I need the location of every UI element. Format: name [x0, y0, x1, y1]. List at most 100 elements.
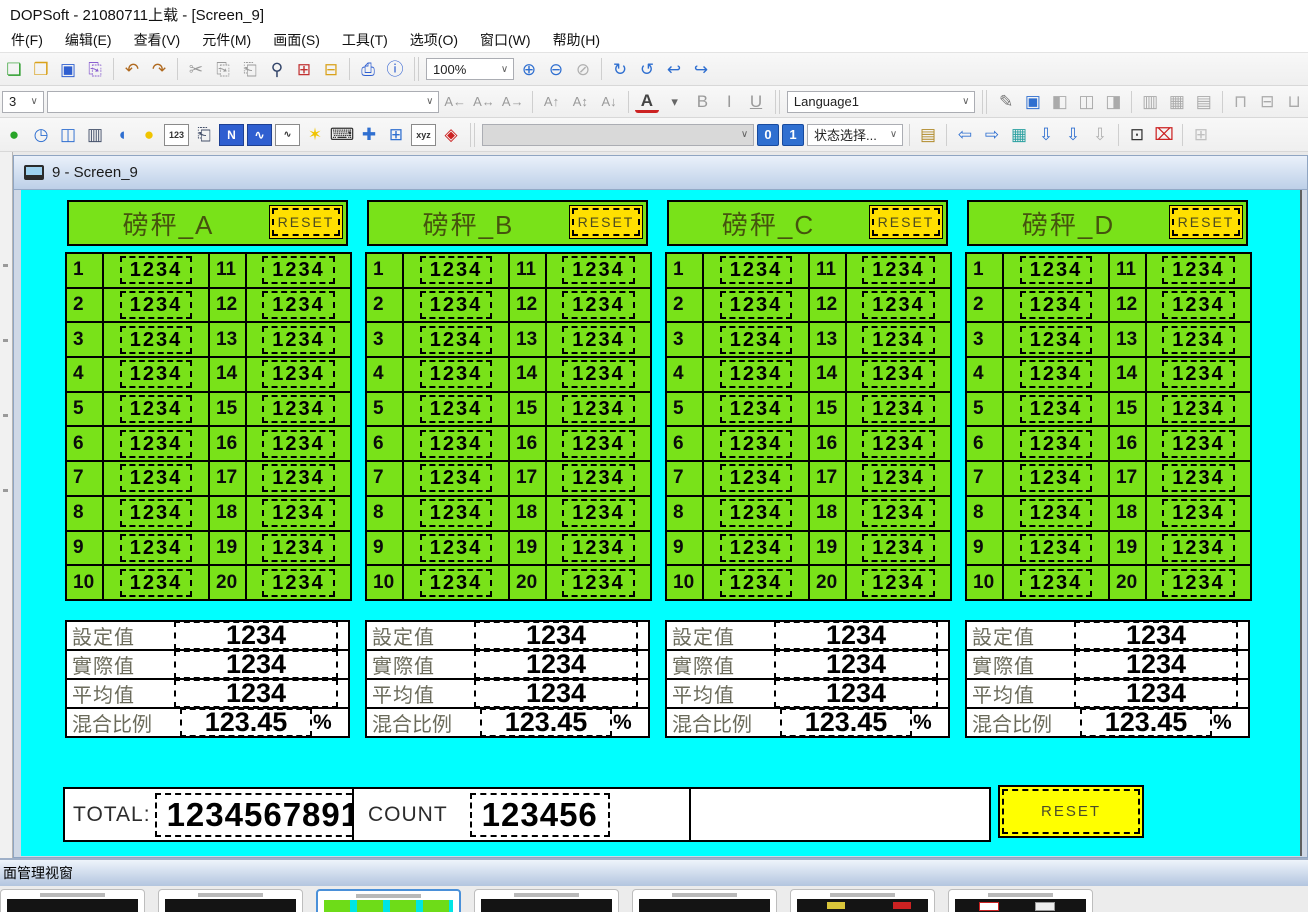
value-cell[interactable]: 1234 [1146, 496, 1251, 531]
value-cell[interactable]: 1234 [246, 357, 351, 392]
scale-reset-button[interactable]: RESET [1169, 205, 1243, 239]
numeric-value-box[interactable]: 1234 [1020, 326, 1093, 354]
text-align-right-icon[interactable]: A→ [500, 90, 526, 114]
value-cell[interactable]: 1234 [403, 322, 509, 357]
numeric-value-box[interactable]: 1234 [420, 395, 493, 423]
prev-screen-icon[interactable]: ⇦ [953, 123, 977, 147]
scale-reset-button[interactable]: RESET [569, 205, 643, 239]
screen-thumbnail-6[interactable] [790, 889, 935, 912]
numeric-value-box[interactable]: 1234 [562, 360, 635, 388]
text-align-left-icon[interactable]: A← [442, 90, 468, 114]
numeric-value-box[interactable]: 1234 [120, 291, 193, 319]
value-cell[interactable]: 1234 [1146, 322, 1251, 357]
curve-element-icon[interactable]: ∿ [275, 124, 300, 146]
value-cell[interactable]: 1234 [246, 531, 351, 566]
screen-thumbnail-1[interactable] [0, 889, 145, 912]
save-file-icon[interactable]: ▣ [56, 57, 80, 81]
numeric-value-box[interactable]: 1234 [262, 499, 335, 527]
docked-panel-edge[interactable] [0, 152, 13, 858]
trend-graph-element-icon[interactable]: ∿ [247, 124, 272, 146]
value-cell[interactable]: 1234 [1003, 426, 1109, 461]
value-cell[interactable]: 1234 [1003, 357, 1109, 392]
numeric-value-box[interactable]: 1234 [1162, 464, 1235, 492]
meter-element-icon[interactable]: ◷ [29, 123, 53, 147]
screen-tab[interactable]: 9 - Screen_9 [14, 156, 1307, 190]
numeric-value-box[interactable]: 1234 [120, 360, 193, 388]
new-file-icon[interactable]: ❏ [2, 57, 26, 81]
value-cell[interactable]: 1234 [1003, 322, 1109, 357]
numeric-value-box[interactable]: 1234 [1020, 291, 1093, 319]
numeric-value-box[interactable]: 1234 [262, 464, 335, 492]
numeric-value-box[interactable]: 1234 [862, 326, 935, 354]
numeric-value-box[interactable]: 1234 [1020, 395, 1093, 423]
lamp-element-icon[interactable]: ● [137, 123, 161, 147]
scale-value-table[interactable]: 1123411123421234121234312341312344123414… [65, 252, 352, 601]
numeric-value-box[interactable]: 1234 [562, 499, 635, 527]
text-element-icon[interactable]: ⎗ [192, 123, 216, 147]
summary-value-box[interactable]: 1234 [774, 679, 938, 708]
numeric-value-box[interactable]: 1234 [1162, 326, 1235, 354]
align-left-icon[interactable]: ◧ [1048, 90, 1072, 114]
value-cell[interactable]: 1234 [703, 288, 809, 323]
menu-item-1[interactable]: 件(F) [0, 28, 54, 52]
nav-back-icon[interactable]: ↩ [662, 57, 686, 81]
export-icon[interactable]: ⎘ [83, 57, 107, 81]
find-icon[interactable]: ⚲ [265, 57, 289, 81]
total-value[interactable]: 1234567891 [155, 793, 373, 837]
rotate-cw-icon[interactable]: ↻ [608, 57, 632, 81]
font-color-caret-icon[interactable]: ▾ [662, 90, 688, 114]
disconnect-icon[interactable]: ⌧ [1152, 123, 1176, 147]
value-cell[interactable]: 1234 [1003, 392, 1109, 427]
numeric-value-box[interactable]: 1234 [1020, 430, 1093, 458]
value-cell[interactable]: 1234 [846, 392, 951, 427]
value-cell[interactable]: 1234 [246, 322, 351, 357]
value-cell[interactable]: 1234 [103, 392, 209, 427]
value-cell[interactable]: 1234 [246, 461, 351, 496]
value-cell[interactable]: 1234 [546, 357, 651, 392]
button-element-icon[interactable]: ● [2, 123, 26, 147]
menu-item-2[interactable]: 编辑(E) [54, 28, 123, 52]
value-cell[interactable]: 1234 [846, 426, 951, 461]
value-cell[interactable]: 1234 [1003, 496, 1109, 531]
numeric-value-box[interactable]: 1234 [420, 360, 493, 388]
numeric-value-box[interactable]: 1234 [862, 464, 935, 492]
summary-value-box[interactable]: 1234 [774, 650, 938, 679]
value-cell[interactable]: 1234 [1003, 288, 1109, 323]
numeric-value-box[interactable]: 1234 [862, 569, 935, 597]
value-cell[interactable]: 1234 [246, 565, 351, 600]
numeric-value-box[interactable]: 1234 [720, 464, 793, 492]
redo-icon[interactable]: ↷ [147, 57, 171, 81]
numeric-value-box[interactable]: 1234 [1020, 256, 1093, 284]
value-cell[interactable]: 1234 [846, 531, 951, 566]
numeric-value-box[interactable]: 1234 [120, 534, 193, 562]
numeric-value-box[interactable]: 1234 [262, 395, 335, 423]
same-size-icon[interactable]: ▦ [1165, 90, 1189, 114]
numeric-value-box[interactable]: 1234 [120, 395, 193, 423]
numeric-value-box[interactable]: 1234 [262, 430, 335, 458]
print-icon[interactable]: ⎙ [356, 57, 380, 81]
element-properties-icon[interactable]: ▤ [916, 123, 940, 147]
numeric-value-box[interactable]: 1234 [862, 430, 935, 458]
menu-item-8[interactable]: 窗口(W) [469, 28, 542, 52]
value-cell[interactable]: 1234 [846, 496, 951, 531]
align-top-icon[interactable]: ⊓ [1229, 90, 1253, 114]
numeric-value-box[interactable]: 1234 [862, 360, 935, 388]
online-monitor-icon[interactable]: ⊡ [1125, 123, 1149, 147]
screen-thumbnail-2[interactable] [158, 889, 303, 912]
paste-icon[interactable]: ⎗ [238, 57, 262, 81]
text-align-top-icon[interactable]: A↑ [539, 90, 565, 114]
menu-item-7[interactable]: 选项(O) [399, 28, 469, 52]
numeric-value-box[interactable]: 1234 [1162, 534, 1235, 562]
window-element-icon[interactable]: ◫ [56, 123, 80, 147]
align-middle-v-icon[interactable]: ⊟ [1255, 90, 1279, 114]
pipe-element-icon[interactable]: ✚ [357, 123, 381, 147]
screen-canvas[interactable]: TOTAL: 1234567891 COUNT 123456 RESET 磅秤_… [21, 190, 1302, 856]
menu-item-3[interactable]: 查看(V) [123, 28, 192, 52]
character-display-element-icon[interactable]: N [219, 124, 244, 146]
rotate-ccw-icon[interactable]: ↺ [635, 57, 659, 81]
italic-icon[interactable]: I [717, 90, 741, 114]
numeric-value-box[interactable]: 1234 [720, 291, 793, 319]
numeric-value-box[interactable]: 1234 [562, 430, 635, 458]
screen-thumbnail-4[interactable] [474, 889, 619, 912]
value-cell[interactable]: 1234 [846, 253, 951, 288]
